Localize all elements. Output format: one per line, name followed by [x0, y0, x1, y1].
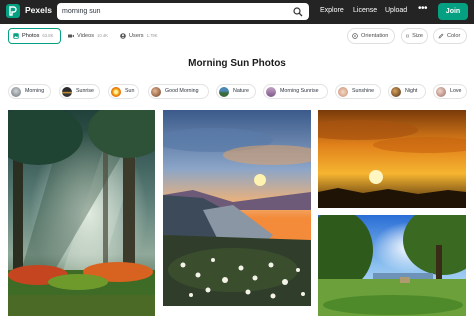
search-input[interactable] [62, 5, 287, 18]
chip-label: Sunshine [352, 88, 375, 94]
orientation-filter[interactable]: Orientation [347, 28, 395, 44]
photo-mountain-sunset[interactable] [163, 110, 311, 306]
top-navbar: Pexels Explore License Upload ••• Join [0, 0, 474, 24]
chip-night[interactable]: Night [388, 84, 426, 99]
chip-thumb-icon [436, 86, 446, 97]
nav-license-link[interactable]: License [353, 7, 377, 14]
size-filter[interactable]: Size [401, 28, 428, 44]
tab-photos-count: 63.8K [42, 33, 54, 38]
more-menu-icon[interactable]: ••• [418, 3, 428, 14]
search-bar[interactable] [57, 3, 309, 20]
chip-sun[interactable]: Sun [108, 84, 139, 99]
search-tabs: Photos 63.8K Videos 10.4K Users 1.79K Or… [0, 28, 474, 44]
chip-thumb-icon [219, 86, 229, 97]
chip-sunrise[interactable]: Sunrise [59, 84, 100, 99]
pexels-logo-icon[interactable] [6, 4, 20, 18]
photo-icon [13, 33, 19, 39]
chip-label: Sun [125, 88, 135, 94]
chip-label: Good Morning [165, 88, 199, 94]
chip-label: Nature [233, 88, 249, 94]
chip-morning-sunrise[interactable]: Morning Sunrise [263, 84, 328, 99]
user-icon [120, 33, 126, 39]
chip-love[interactable]: Love [433, 84, 467, 99]
photo-tree-lake-sun[interactable] [318, 215, 466, 316]
video-icon [68, 34, 74, 38]
tab-users[interactable]: Users 1.79K [116, 28, 166, 44]
tab-videos-label: Videos [77, 33, 95, 39]
search-icon[interactable] [293, 7, 303, 17]
chip-thumb-icon [111, 86, 121, 97]
chip-label: Night [405, 88, 418, 94]
color-filter[interactable]: Color [433, 28, 467, 44]
chip-thumb-icon [338, 86, 348, 97]
nav-upload-link[interactable]: Upload [385, 7, 407, 14]
chip-thumb-icon [151, 86, 161, 97]
chip-thumb-icon [62, 86, 72, 97]
page-title: Morning Sun Photos [188, 58, 286, 69]
chip-label: Sunrise [76, 88, 94, 94]
chip-label: Love [450, 88, 462, 94]
chip-label: Morning [25, 88, 45, 94]
tab-videos[interactable]: Videos 10.4K [64, 28, 114, 44]
chip-thumb-icon [11, 86, 21, 97]
chip-good-morning[interactable]: Good Morning [148, 84, 209, 99]
chip-label: Morning Sunrise [280, 88, 319, 94]
photo-forest-sunrays[interactable] [8, 110, 155, 316]
chip-thumb-icon [391, 86, 401, 97]
join-button[interactable]: Join [438, 3, 468, 20]
tab-photos[interactable]: Photos 63.8K [8, 28, 61, 44]
orientation-icon [352, 33, 358, 39]
nav-explore-link[interactable]: Explore [320, 7, 344, 14]
chip-morning[interactable]: Morning [8, 84, 51, 99]
size-icon [406, 34, 410, 38]
photo-orange-sky-sunset[interactable] [318, 110, 466, 208]
chip-thumb-icon [266, 86, 276, 97]
tab-videos-count: 10.4K [97, 33, 108, 38]
brand-name[interactable]: Pexels [25, 5, 52, 15]
pen-icon [438, 33, 444, 39]
orientation-label: Orientation [361, 33, 389, 39]
tab-users-label: Users [129, 33, 144, 39]
color-label: Color [447, 33, 461, 39]
tab-photos-label: Photos [22, 33, 40, 39]
tab-users-count: 1.79K [146, 33, 158, 38]
chip-sunshine[interactable]: Sunshine [335, 84, 381, 99]
size-label: Size [412, 33, 423, 39]
chip-nature[interactable]: Nature [216, 84, 256, 99]
